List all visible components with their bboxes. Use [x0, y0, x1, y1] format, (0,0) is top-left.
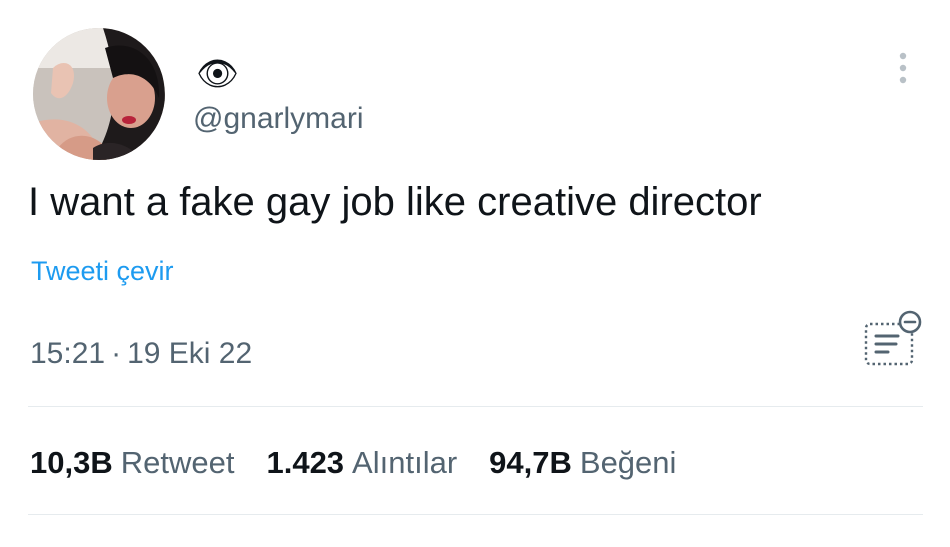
divider-bottom [28, 514, 923, 515]
eye-icon: 👁 [196, 55, 240, 93]
analytics-icon[interactable] [858, 308, 924, 368]
retweets-stat[interactable]: 10,3B Retweet [30, 444, 234, 482]
likes-count: 94,7B [489, 445, 572, 480]
translate-tweet-link[interactable]: Tweeti çevir [31, 254, 174, 288]
tweet-date: 19 Eki 22 [127, 337, 253, 370]
retweets-count: 10,3B [30, 445, 113, 480]
divider-top [28, 406, 923, 407]
likes-stat[interactable]: 94,7B Beğeni [489, 444, 676, 482]
more-options-icon[interactable] [888, 48, 918, 88]
quotes-stat[interactable]: 1.423 Alıntılar [266, 444, 457, 482]
author-handle[interactable]: @gnarlymari [193, 101, 364, 137]
retweets-label: Retweet [120, 445, 235, 480]
avatar-photo [33, 28, 165, 160]
tweet-card: 👁 @gnarlymari I want a fake gay job like… [0, 0, 950, 547]
display-name[interactable]: 👁 [196, 56, 239, 92]
tweet-time: 15:21 [30, 337, 106, 370]
avatar[interactable] [33, 28, 165, 160]
meta-separator: · [111, 337, 122, 370]
quotes-label: Alıntılar [352, 445, 458, 480]
tweet-timestamp[interactable]: 15:21 · 19 Eki 22 [30, 336, 252, 372]
likes-label: Beğeni [579, 445, 677, 480]
tweet-text: I want a fake gay job like creative dire… [28, 180, 762, 224]
engagement-stats: 10,3B Retweet 1.423 Alıntılar 94,7B Beğeni [30, 444, 676, 482]
quotes-count: 1.423 [266, 445, 345, 480]
